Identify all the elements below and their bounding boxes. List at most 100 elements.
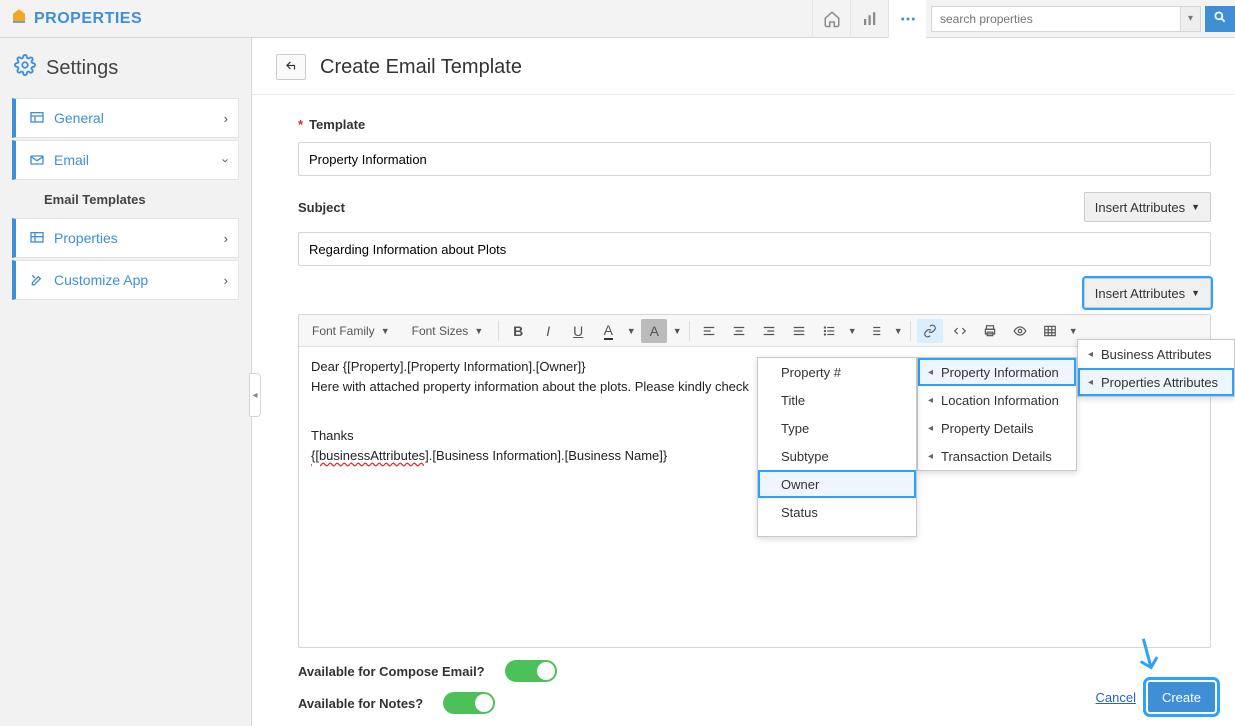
font-family-select[interactable]: Font Family▼ xyxy=(303,319,399,343)
mail-icon xyxy=(26,152,48,168)
search-input[interactable] xyxy=(932,7,1180,31)
notes-toggle-label: Available for Notes? xyxy=(298,696,423,711)
toggle-row-compose: Available for Compose Email? xyxy=(298,660,1211,682)
template-label: * Template xyxy=(298,117,1211,132)
print-button[interactable] xyxy=(977,319,1003,343)
gear-icon xyxy=(14,54,36,82)
main-content: Create Email Template * Template Subject… xyxy=(252,38,1235,726)
align-justify-button[interactable] xyxy=(786,319,812,343)
search-wrap: ▾ xyxy=(931,6,1235,32)
font-size-select[interactable]: Font Sizes▼ xyxy=(403,319,493,343)
bg-color-dropdown[interactable]: ▼ xyxy=(671,319,683,343)
toggle-row-notes: Available for Notes? xyxy=(298,692,1211,714)
settings-title-text: Settings xyxy=(46,57,118,80)
caret-down-icon: ▼ xyxy=(1191,202,1200,212)
menu-item-properties-attributes[interactable]: ◂Properties Attributes xyxy=(1078,368,1234,396)
attributes-menu-level2: ◂Property Information ◂Location Informat… xyxy=(917,357,1077,471)
chevron-left-icon: ◂ xyxy=(928,367,938,378)
attributes-menu-level1: ◂Business Attributes ◂Properties Attribu… xyxy=(1077,339,1235,397)
footer-actions: Cancel Create xyxy=(1096,682,1216,712)
search-icon xyxy=(1213,10,1227,27)
align-center-button[interactable] xyxy=(726,319,752,343)
chevron-left-icon: ◂ xyxy=(928,423,938,434)
chevron-left-icon: ◂ xyxy=(1088,377,1098,388)
menu-item-property-information[interactable]: ◂Property Information xyxy=(918,358,1076,386)
notes-toggle[interactable] xyxy=(443,692,495,714)
app-logo[interactable]: PROPERTIES xyxy=(10,7,142,30)
page-header: Create Email Template xyxy=(252,38,1235,95)
sidebar-item-properties[interactable]: Properties › xyxy=(12,218,239,258)
required-marker: * xyxy=(298,117,303,132)
sidebar: Settings General › Email › Email Templat… xyxy=(0,38,252,726)
compose-toggle[interactable] xyxy=(505,660,557,682)
chevron-right-icon: › xyxy=(224,111,228,126)
menu-item-property-number[interactable]: Property # xyxy=(758,358,916,386)
link-button[interactable] xyxy=(917,319,943,343)
menu-item-business-attributes[interactable]: ◂Business Attributes xyxy=(1078,340,1234,368)
caret-down-icon: ▼ xyxy=(1191,288,1200,298)
text-color-button[interactable]: A xyxy=(595,319,621,343)
menu-item-contact[interactable]: Contact xyxy=(758,526,916,537)
back-arrow-icon xyxy=(283,59,299,76)
grid-icon xyxy=(26,230,48,246)
insert-attributes-body-button[interactable]: Insert Attributes ▼ xyxy=(1084,278,1211,308)
menu-item-location-information[interactable]: ◂Location Information xyxy=(918,386,1076,414)
subject-input[interactable] xyxy=(298,232,1211,266)
chevron-left-icon: ◂ xyxy=(1088,349,1098,360)
chevron-left-icon: ◂ xyxy=(928,395,938,406)
number-list-button[interactable] xyxy=(862,319,888,343)
search-button[interactable] xyxy=(1205,6,1235,32)
caret-down-icon: ▼ xyxy=(381,326,390,336)
sidebar-item-email-templates[interactable]: Email Templates xyxy=(12,182,239,216)
settings-heading: Settings xyxy=(0,38,251,96)
text-color-dropdown[interactable]: ▼ xyxy=(625,319,637,343)
table-button[interactable] xyxy=(1037,319,1063,343)
tools-icon xyxy=(26,272,48,288)
app-title: PROPERTIES xyxy=(34,10,142,28)
sidebar-item-customize[interactable]: Customize App › xyxy=(12,260,239,300)
number-list-dropdown[interactable]: ▼ xyxy=(892,319,904,343)
chevron-down-icon: ▾ xyxy=(1188,13,1193,24)
align-right-button[interactable] xyxy=(756,319,782,343)
more-icon[interactable] xyxy=(888,0,926,38)
compose-toggle-label: Available for Compose Email? xyxy=(298,664,485,679)
italic-button[interactable]: I xyxy=(535,319,561,343)
chevron-right-icon: › xyxy=(224,273,228,288)
top-bar: PROPERTIES ▾ xyxy=(0,0,1235,38)
bullet-list-dropdown[interactable]: ▼ xyxy=(846,319,858,343)
template-name-input[interactable] xyxy=(298,142,1211,176)
chevron-down-icon: › xyxy=(218,158,233,162)
menu-item-property-details[interactable]: ◂Property Details xyxy=(918,414,1076,442)
menu-item-type[interactable]: Type xyxy=(758,414,916,442)
bg-color-button[interactable]: A xyxy=(641,319,667,343)
page-title: Create Email Template xyxy=(320,56,522,79)
align-left-button[interactable] xyxy=(696,319,722,343)
menu-item-owner[interactable]: Owner xyxy=(758,470,916,498)
insert-attributes-subject-button[interactable]: Insert Attributes ▼ xyxy=(1084,192,1211,222)
menu-item-subtype[interactable]: Subtype xyxy=(758,442,916,470)
bold-button[interactable]: B xyxy=(505,319,531,343)
cancel-link[interactable]: Cancel xyxy=(1096,690,1136,705)
home-icon[interactable] xyxy=(812,0,850,38)
chevron-left-icon: ◂ xyxy=(928,451,938,462)
menu-item-status[interactable]: Status xyxy=(758,498,916,526)
logo-icon xyxy=(10,7,28,30)
bullet-list-button[interactable] xyxy=(816,319,842,343)
layout-icon xyxy=(26,110,48,126)
code-button[interactable] xyxy=(947,319,973,343)
menu-item-transaction-details[interactable]: ◂Transaction Details xyxy=(918,442,1076,470)
back-button[interactable] xyxy=(276,54,306,80)
preview-button[interactable] xyxy=(1007,319,1033,343)
attributes-menu-level3: Property # Title Type Subtype Owner Stat… xyxy=(757,357,917,537)
editor-toolbar: Font Family▼ Font Sizes▼ B I U A ▼ A ▼ xyxy=(299,315,1210,347)
caret-down-icon: ▼ xyxy=(474,326,483,336)
menu-item-title[interactable]: Title xyxy=(758,386,916,414)
underline-button[interactable]: U xyxy=(565,319,591,343)
sidebar-item-email[interactable]: Email › xyxy=(12,140,239,180)
sidebar-item-general[interactable]: General › xyxy=(12,98,239,138)
chart-icon[interactable] xyxy=(850,0,888,38)
create-button[interactable]: Create xyxy=(1148,682,1215,712)
chevron-right-icon: › xyxy=(224,231,228,246)
search-scope-dropdown[interactable]: ▾ xyxy=(1180,7,1200,31)
subject-label: Subject xyxy=(298,200,345,215)
